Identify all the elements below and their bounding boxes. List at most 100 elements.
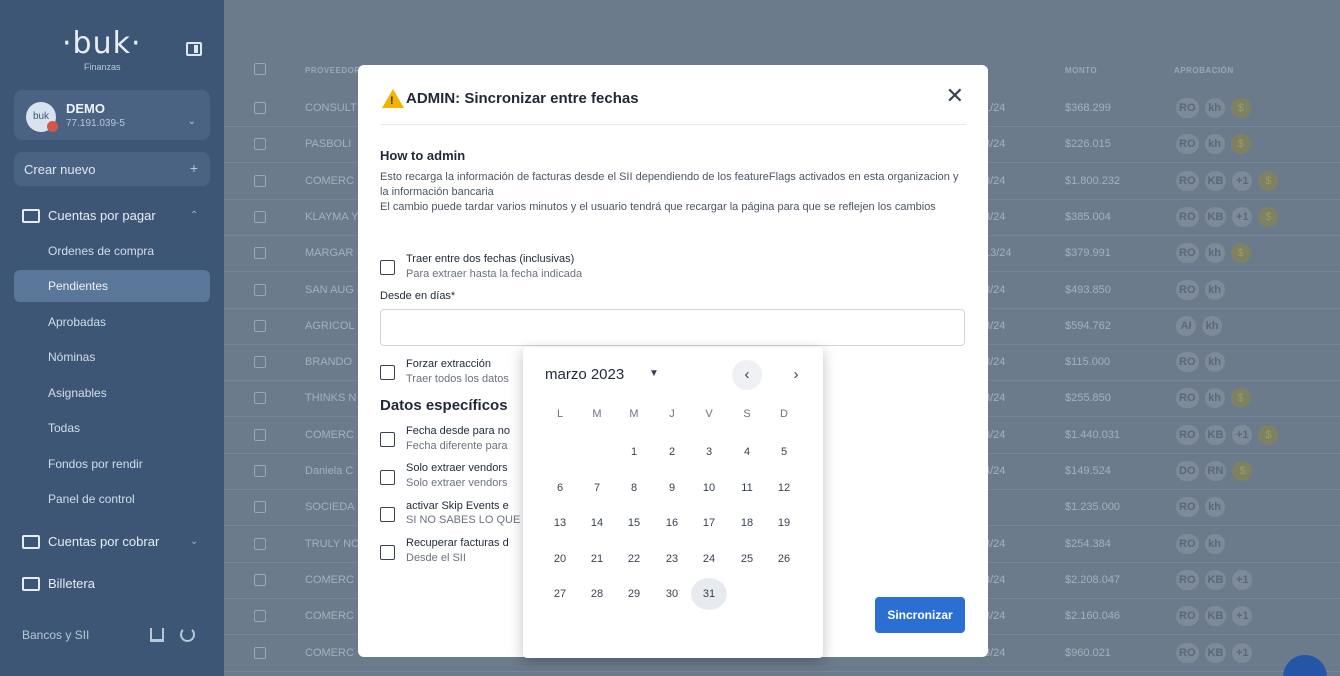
previous-month-icon[interactable]: ‹: [732, 360, 762, 390]
calendar-day[interactable]: 18: [729, 507, 765, 539]
option-checkbox[interactable]: [380, 545, 395, 560]
calendar-day[interactable]: 2: [654, 436, 690, 468]
range-dates-label: Traer entre dos fechas (inclusivas): [406, 253, 575, 265]
calendar-day[interactable]: 28: [579, 578, 615, 610]
calendar-day[interactable]: 13: [542, 507, 578, 539]
approvers: RO kh: [1176, 533, 1225, 554]
option-sub: Solo extraer vendors: [406, 477, 508, 489]
sync-icon[interactable]: [180, 627, 195, 642]
row-checkbox[interactable]: [254, 356, 266, 369]
modal-header: ! ADMIN: Sincronizar entre fechas ✕: [380, 83, 966, 125]
select-all-checkbox[interactable]: [254, 63, 266, 75]
sidebar-item-aprobadas[interactable]: Aprobadas: [14, 306, 210, 338]
calendar-day[interactable]: 4: [729, 436, 765, 468]
coin-icon: $: [1230, 388, 1251, 409]
row-checkbox[interactable]: [254, 283, 266, 296]
row-checkbox[interactable]: [254, 465, 266, 477]
calendar-day[interactable]: 10: [691, 472, 727, 504]
create-new-button[interactable]: Crear nuevo +: [14, 152, 210, 186]
row-checkbox[interactable]: [254, 174, 266, 187]
sidebar-item-panel-de-control[interactable]: Panel de control: [14, 483, 210, 515]
calendar-day[interactable]: 17: [691, 507, 727, 539]
column-header-monto[interactable]: MONTO: [1065, 66, 1097, 75]
calendar-day[interactable]: 22: [616, 543, 652, 575]
sidebar-item-asignables[interactable]: Asignables: [14, 377, 210, 409]
row-checkbox[interactable]: [254, 428, 266, 441]
option-checkbox[interactable]: [380, 470, 395, 485]
next-month-icon[interactable]: ›: [781, 360, 811, 390]
calendar-day[interactable]: 30: [654, 578, 690, 610]
sidebar-item-nominas[interactable]: Nóminas: [14, 341, 210, 373]
approver-chip: +1: [1232, 206, 1253, 227]
calendar-day[interactable]: 31: [691, 578, 727, 610]
approver-chip: RO: [1176, 134, 1199, 155]
sidebar-item-todas[interactable]: Todas: [14, 412, 210, 444]
force-extraction-checkbox[interactable]: [380, 365, 395, 380]
calendar-day[interactable]: 25: [729, 543, 765, 575]
approver-chip: kh: [1204, 497, 1225, 518]
calendar-day[interactable]: 9: [654, 472, 690, 504]
column-header-proveedor[interactable]: PROVEEDOR: [305, 66, 361, 75]
calendar-day[interactable]: 5: [766, 436, 802, 468]
calendar-day[interactable]: 24: [691, 543, 727, 575]
row-proveedor: COMERC: [305, 428, 354, 441]
range-dates-checkbox[interactable]: [380, 260, 395, 275]
calendar-day[interactable]: 11: [729, 472, 765, 504]
row-checkbox[interactable]: [254, 646, 266, 659]
close-icon[interactable]: ✕: [946, 83, 964, 109]
calendar-day[interactable]: 16: [654, 507, 690, 539]
bank-icon[interactable]: [150, 628, 164, 642]
calendar-day[interactable]: 20: [542, 543, 578, 575]
calendar-day[interactable]: 29: [616, 578, 652, 610]
row-checkbox[interactable]: [254, 537, 266, 550]
calendar-day[interactable]: 15: [616, 507, 652, 539]
row-monto: $379.991: [1065, 247, 1111, 260]
row-checkbox[interactable]: [254, 319, 266, 332]
calendar-day[interactable]: 1: [616, 436, 652, 468]
calendar-day[interactable]: 19: [766, 507, 802, 539]
row-checkbox[interactable]: [254, 501, 266, 514]
calendar-day[interactable]: 26: [766, 543, 802, 575]
calendar-day[interactable]: 3: [691, 436, 727, 468]
row-checkbox[interactable]: [254, 610, 266, 623]
weekday-header: L: [556, 408, 564, 420]
calendar-day[interactable]: 21: [579, 543, 615, 575]
row-monto: $2.160.046: [1065, 610, 1121, 623]
row-checkbox[interactable]: [254, 102, 266, 114]
row-checkbox[interactable]: [254, 138, 266, 151]
option-sub: Desde el SII: [406, 552, 466, 564]
calendar-day[interactable]: 23: [654, 543, 690, 575]
row-monto: $1.440.031: [1065, 428, 1121, 441]
nav-billetera[interactable]: Billetera: [22, 576, 95, 591]
sidebar-item-fondos-por-rendir[interactable]: Fondos por rendir: [14, 448, 210, 480]
sidebar-item-pendientes[interactable]: Pendientes: [14, 270, 210, 302]
nav-cuentas-por-cobrar[interactable]: Cuentas por cobrar ⌄: [22, 534, 198, 549]
option-checkbox[interactable]: [380, 507, 395, 522]
force-extraction-sub: Traer todos los datos: [406, 373, 509, 385]
calendar-day[interactable]: 27: [542, 578, 578, 610]
weekday-header: D: [780, 408, 788, 420]
row-checkbox[interactable]: [254, 573, 266, 586]
row-checkbox[interactable]: [254, 210, 266, 223]
row-checkbox[interactable]: [254, 392, 266, 405]
buk-logo[interactable]: ·buk·: [62, 26, 142, 61]
sidebar-item-ordenes-de-compra[interactable]: Ordenes de compra: [14, 235, 210, 267]
warning-icon-mark: !: [390, 95, 394, 107]
force-extraction-label: Forzar extracción: [406, 358, 491, 370]
calendar-day[interactable]: 14: [579, 507, 615, 539]
calendar-day[interactable]: 8: [616, 472, 652, 504]
calendar-day[interactable]: 6: [542, 472, 578, 504]
approver-chip: KB: [1204, 569, 1227, 590]
month-year-label[interactable]: marzo 2023: [545, 366, 624, 383]
calendar-day[interactable]: 7: [579, 472, 615, 504]
nav-cuentas-por-pagar[interactable]: Cuentas por pagar ⌃: [22, 208, 198, 223]
row-checkbox[interactable]: [254, 247, 266, 260]
option-checkbox[interactable]: [380, 432, 395, 447]
account-switcher[interactable]: buk DEMO 77.191.039-5 ⌄: [14, 90, 210, 140]
calendar-day[interactable]: 12: [766, 472, 802, 504]
coin-icon: $: [1232, 461, 1253, 481]
collapse-sidebar-icon[interactable]: [186, 42, 202, 56]
caret-down-icon[interactable]: ▼: [649, 368, 659, 379]
desde-dias-input[interactable]: [380, 309, 965, 346]
sync-button[interactable]: Sincronizar: [875, 597, 965, 633]
